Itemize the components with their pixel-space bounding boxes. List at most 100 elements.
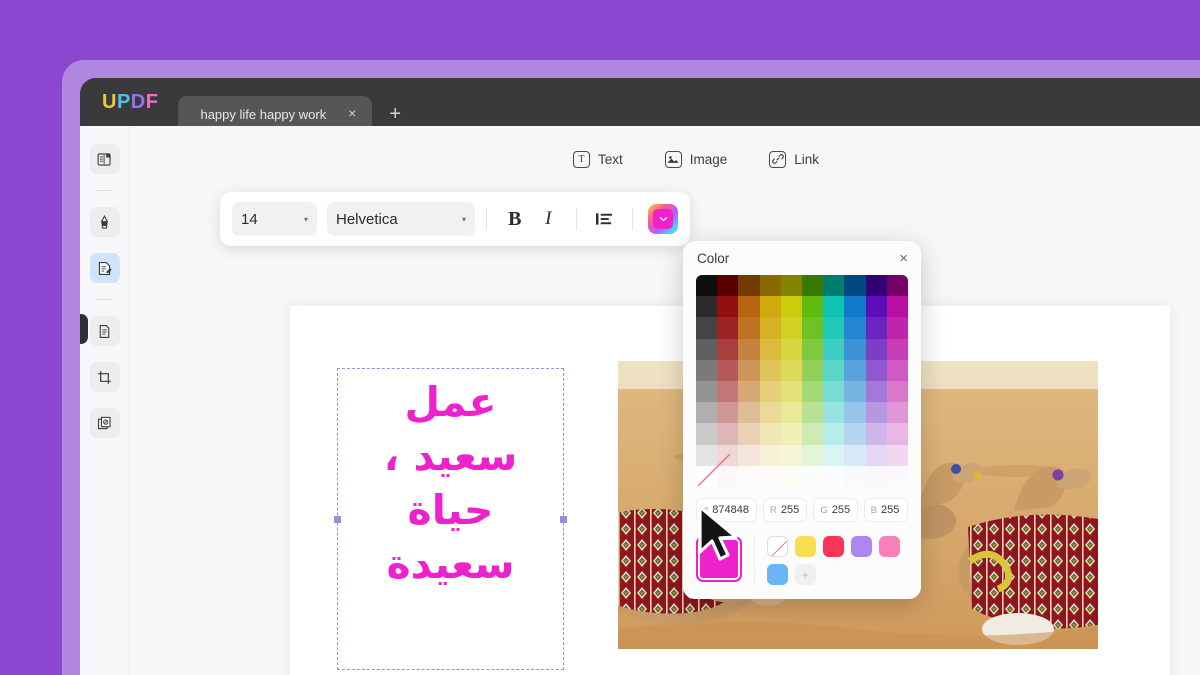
color-swatch[interactable] <box>823 296 844 317</box>
color-swatch[interactable] <box>802 317 823 338</box>
color-swatch[interactable] <box>887 317 908 338</box>
color-swatch[interactable] <box>844 402 865 423</box>
color-swatch[interactable] <box>844 445 865 466</box>
color-swatch[interactable] <box>866 381 887 402</box>
color-swatch[interactable] <box>781 423 802 444</box>
color-swatch[interactable] <box>866 445 887 466</box>
color-swatch[interactable] <box>717 445 738 466</box>
color-swatch[interactable] <box>696 317 717 338</box>
color-swatch[interactable] <box>781 275 802 296</box>
red-input[interactable]: R 255 <box>763 498 807 522</box>
color-swatch[interactable] <box>781 360 802 381</box>
color-swatch[interactable] <box>760 402 781 423</box>
close-icon[interactable]: × <box>899 251 908 266</box>
new-tab-plus-icon[interactable]: + <box>384 103 406 126</box>
color-swatch[interactable] <box>738 275 759 296</box>
color-swatch[interactable] <box>760 296 781 317</box>
font-size-select[interactable]: 14 ▾ <box>232 202 317 236</box>
color-swatch[interactable] <box>717 360 738 381</box>
color-swatch[interactable] <box>844 360 865 381</box>
insert-text-button[interactable]: T Text <box>573 151 623 168</box>
color-swatch[interactable] <box>738 402 759 423</box>
color-swatch[interactable] <box>887 360 908 381</box>
color-swatch[interactable] <box>781 402 802 423</box>
resize-handle-left[interactable] <box>334 516 341 523</box>
color-swatch[interactable] <box>823 275 844 296</box>
color-swatch[interactable] <box>844 423 865 444</box>
color-swatch[interactable] <box>781 296 802 317</box>
font-family-select[interactable]: Helvetica ▾ <box>327 202 475 236</box>
color-swatch[interactable] <box>738 317 759 338</box>
color-swatch[interactable] <box>717 275 738 296</box>
color-swatch[interactable] <box>887 402 908 423</box>
color-swatch[interactable] <box>781 317 802 338</box>
color-swatch[interactable] <box>823 466 844 487</box>
color-swatch[interactable] <box>802 296 823 317</box>
color-swatch[interactable] <box>887 296 908 317</box>
color-swatch[interactable] <box>823 339 844 360</box>
text-color-button[interactable] <box>648 204 678 234</box>
resize-handle-right[interactable] <box>560 516 567 523</box>
sidebar-item-edit-pdf[interactable] <box>90 253 120 283</box>
color-swatch[interactable] <box>696 360 717 381</box>
color-swatch[interactable] <box>866 317 887 338</box>
color-swatch[interactable] <box>760 317 781 338</box>
color-grid[interactable] <box>696 275 908 487</box>
color-swatch[interactable] <box>802 466 823 487</box>
color-swatch[interactable] <box>696 466 717 487</box>
color-swatch[interactable] <box>866 275 887 296</box>
color-swatch[interactable] <box>738 339 759 360</box>
color-swatch[interactable] <box>781 445 802 466</box>
color-swatch[interactable] <box>717 381 738 402</box>
color-swatch[interactable] <box>696 445 717 466</box>
color-swatch[interactable] <box>760 275 781 296</box>
color-swatch[interactable] <box>760 445 781 466</box>
color-swatch[interactable] <box>887 339 908 360</box>
green-input[interactable]: G 255 <box>813 498 857 522</box>
color-swatch[interactable] <box>717 296 738 317</box>
color-swatch[interactable] <box>844 275 865 296</box>
color-swatch[interactable] <box>887 381 908 402</box>
color-swatch[interactable] <box>781 381 802 402</box>
color-swatch[interactable] <box>823 317 844 338</box>
selected-color-preview[interactable] <box>696 536 742 582</box>
color-picker-popover[interactable]: Color × # 874848 R 255 <box>683 241 921 599</box>
color-swatch[interactable] <box>823 423 844 444</box>
color-swatch[interactable] <box>802 275 823 296</box>
color-swatch[interactable] <box>887 466 908 487</box>
color-swatch[interactable] <box>844 381 865 402</box>
preset-swatch-purple[interactable] <box>851 536 872 557</box>
color-swatch[interactable] <box>717 339 738 360</box>
color-swatch[interactable] <box>760 360 781 381</box>
color-swatch[interactable] <box>823 402 844 423</box>
color-swatch[interactable] <box>866 423 887 444</box>
sidebar-item-page-tools[interactable] <box>90 316 120 346</box>
sidebar-collapse-handle[interactable] <box>80 314 88 344</box>
color-swatch[interactable] <box>823 445 844 466</box>
preset-swatch-no-color[interactable] <box>767 536 788 557</box>
color-swatch[interactable] <box>738 381 759 402</box>
color-swatch[interactable] <box>696 402 717 423</box>
close-icon[interactable]: × <box>344 106 360 122</box>
color-swatch[interactable] <box>738 423 759 444</box>
color-swatch[interactable] <box>717 402 738 423</box>
heading-text[interactable]: عمل سعيد ، حياة سعيدة <box>338 369 563 591</box>
color-swatch[interactable] <box>781 339 802 360</box>
preset-swatch-blue[interactable] <box>767 564 788 585</box>
color-swatch[interactable] <box>696 296 717 317</box>
sidebar-item-annotate[interactable] <box>90 207 120 237</box>
color-swatch[interactable] <box>738 360 759 381</box>
insert-link-button[interactable]: Link <box>769 151 819 168</box>
preset-swatch-yellow[interactable] <box>795 536 816 557</box>
color-swatch[interactable] <box>717 317 738 338</box>
color-swatch[interactable] <box>802 402 823 423</box>
preset-swatch-crimson[interactable] <box>823 536 844 557</box>
selected-text-box[interactable]: عمل سعيد ، حياة سعيدة <box>337 368 564 670</box>
sidebar-item-reader-view[interactable] <box>90 144 120 174</box>
color-swatch[interactable] <box>866 402 887 423</box>
color-swatch[interactable] <box>802 381 823 402</box>
color-swatch[interactable] <box>823 381 844 402</box>
color-swatch[interactable] <box>802 339 823 360</box>
bold-button[interactable]: B <box>498 202 532 236</box>
color-swatch[interactable] <box>844 317 865 338</box>
